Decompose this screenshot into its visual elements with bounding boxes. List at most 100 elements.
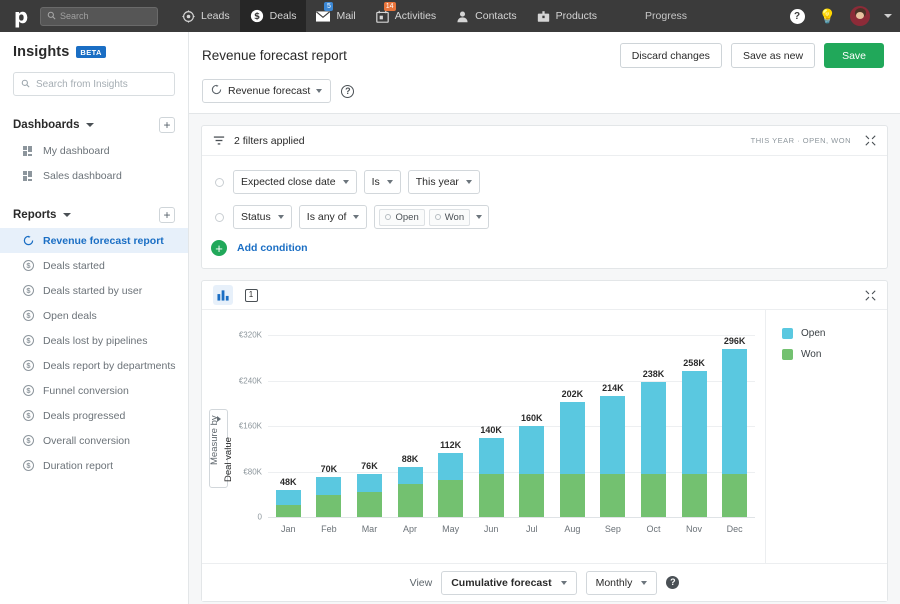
bar-segment-open[interactable]	[397, 467, 423, 485]
bar-segment-won[interactable]	[519, 473, 545, 517]
collapse-icon[interactable]	[865, 135, 876, 146]
lightbulb-icon[interactable]: 💡	[819, 9, 836, 23]
add-condition-button[interactable]: + Add condition	[202, 240, 887, 256]
chart-bar-group[interactable]: 140K Jun	[471, 324, 512, 534]
chart-bar-group[interactable]: 88K Apr	[390, 324, 431, 534]
save-button[interactable]: Save	[824, 43, 884, 68]
add-dashboard-button[interactable]: +	[159, 117, 175, 133]
nav-label-activities: Activities	[394, 10, 437, 22]
chart-bar-group[interactable]: 258K Nov	[674, 324, 715, 534]
question-circle-icon[interactable]: ?	[666, 576, 680, 589]
chart-bar-group[interactable]: 76K Mar	[349, 324, 390, 534]
nav-item-mail[interactable]: 5 Mail	[306, 0, 365, 32]
bar-segment-won[interactable]	[478, 473, 504, 517]
sidebar-item-duration-report[interactable]: $ Duration report	[0, 453, 188, 478]
chart-footer-controls: View Cumulative forecast Monthly ?	[202, 563, 887, 601]
bar-value-label: 70K	[320, 464, 338, 475]
nav-item-contacts[interactable]: Contacts	[446, 0, 526, 32]
sidebar-item-overall-conversion[interactable]: $ Overall conversion	[0, 428, 188, 453]
sidebar-item-deals-progressed[interactable]: $ Deals progressed	[0, 403, 188, 428]
bar-segment-open[interactable]	[438, 453, 464, 480]
bar-segment-won[interactable]	[438, 479, 464, 517]
bar-segment-open[interactable]	[722, 349, 748, 474]
x-axis-tick-label: Jul	[525, 524, 538, 534]
status-chip-open[interactable]: Open	[379, 208, 425, 226]
bar-segment-won[interactable]	[275, 504, 301, 517]
condition-handle-icon[interactable]	[215, 177, 224, 187]
sidebar-item-deals-lost-by-pipelines[interactable]: $ Deals lost by pipelines	[0, 328, 188, 353]
interval-select[interactable]: Monthly	[585, 570, 658, 595]
single-number-label: 1	[244, 288, 258, 302]
question-mark-icon[interactable]: ?	[341, 84, 355, 98]
bar-segment-won[interactable]	[316, 495, 342, 517]
nav-item-products[interactable]: Products	[527, 0, 607, 32]
collapse-icon[interactable]	[865, 289, 876, 301]
bar-segment-open[interactable]	[519, 426, 545, 474]
bar-segment-won[interactable]	[356, 492, 382, 517]
sidebar-section-reports-header[interactable]: Reports +	[0, 202, 188, 228]
global-search-input[interactable]: Search	[40, 6, 158, 26]
avatar[interactable]	[850, 6, 870, 26]
legend-item-won[interactable]: Won	[782, 349, 887, 360]
view-type-select[interactable]: Cumulative forecast	[441, 570, 577, 595]
chart-bar-group[interactable]: 202K Aug	[552, 324, 593, 534]
bar-segment-won[interactable]	[600, 473, 626, 517]
sidebar-item-sales-dashboard[interactable]: Sales dashboard	[0, 163, 188, 188]
chart-bar-group[interactable]: 296K Dec	[714, 324, 755, 534]
nav-item-progress[interactable]: Progress	[645, 10, 687, 22]
chart-bar-group[interactable]: 70K Feb	[309, 324, 350, 534]
condition-field-select-1[interactable]: Expected close date	[233, 170, 357, 194]
app-logo[interactable]: p	[8, 0, 34, 32]
sidebar-item-deals-report-by-departments[interactable]: $ Deals report by departments	[0, 353, 188, 378]
bar-segment-open[interactable]	[600, 395, 626, 474]
bar-segment-open[interactable]	[316, 477, 342, 496]
chart-bar-group[interactable]: 214K Sep	[593, 324, 634, 534]
chart-bar-group[interactable]: 160K Jul	[511, 324, 552, 534]
legend-label-open: Open	[801, 328, 826, 339]
condition-value-multiselect-2[interactable]: Open Won	[374, 205, 490, 229]
chart-bar-group[interactable]: 112K May	[430, 324, 471, 534]
bar-segment-open[interactable]	[640, 381, 666, 474]
report-type-select[interactable]: Revenue forecast	[202, 79, 332, 103]
sidebar-item-open-deals[interactable]: $ Open deals	[0, 303, 188, 328]
condition-value-select-1[interactable]: This year	[407, 170, 480, 194]
add-report-button[interactable]: +	[159, 207, 175, 223]
bar-chart-icon[interactable]	[213, 285, 233, 305]
sidebar-section-dashboards-header[interactable]: Dashboards +	[0, 112, 188, 138]
sidebar-search-input[interactable]: Search from Insights	[13, 72, 175, 96]
bar-segment-won[interactable]	[722, 473, 748, 517]
sidebar-item-revenue-forecast-report[interactable]: Revenue forecast report	[0, 228, 188, 253]
nav-item-leads[interactable]: Leads	[172, 0, 240, 32]
bar-segment-open[interactable]	[681, 370, 707, 474]
sidebar-item-deals-started[interactable]: $ Deals started	[0, 253, 188, 278]
condition-operator-select-2[interactable]: Is any of	[298, 205, 368, 229]
bar-segment-open[interactable]	[478, 437, 504, 474]
nav-item-activities[interactable]: 14 Activities	[366, 0, 446, 32]
condition-field-select-2[interactable]: Status	[233, 205, 292, 229]
chevron-down-icon	[342, 180, 349, 184]
chevron-down-icon[interactable]	[884, 14, 892, 18]
discard-changes-button[interactable]: Discard changes	[619, 43, 722, 68]
condition-operator-select-1[interactable]: Is	[363, 170, 401, 194]
save-as-new-button[interactable]: Save as new	[730, 43, 816, 68]
status-chip-won[interactable]: Won	[428, 208, 471, 226]
nav-item-deals[interactable]: $ Deals	[239, 0, 307, 32]
legend-item-open[interactable]: Open	[782, 328, 887, 339]
chart-bar-group[interactable]: 238K Oct	[633, 324, 674, 534]
sidebar-item-funnel-conversion[interactable]: $ Funnel conversion	[0, 378, 188, 403]
filters-applied-label: 2 filters applied	[234, 134, 305, 147]
condition-handle-icon[interactable]	[215, 212, 224, 222]
bar-segment-open[interactable]	[559, 402, 585, 474]
bar-segment-won[interactable]	[397, 484, 423, 517]
chart-bar-group[interactable]: 48K Jan	[268, 324, 309, 534]
bar-segment-won[interactable]	[681, 473, 707, 517]
sidebar-item-my-dashboard[interactable]: My dashboard	[0, 138, 188, 163]
filter-condition-row-2: Status Is any of Open Won	[202, 205, 887, 229]
sidebar-item-deals-started-by-user[interactable]: $ Deals started by user	[0, 278, 188, 303]
bar-segment-won[interactable]	[559, 473, 585, 517]
bar-segment-open[interactable]	[356, 473, 382, 493]
bar-segment-open[interactable]	[275, 489, 301, 505]
question-circle-icon[interactable]: ?	[789, 8, 805, 24]
bar-segment-won[interactable]	[640, 473, 666, 517]
single-number-icon[interactable]: 1	[241, 285, 261, 305]
